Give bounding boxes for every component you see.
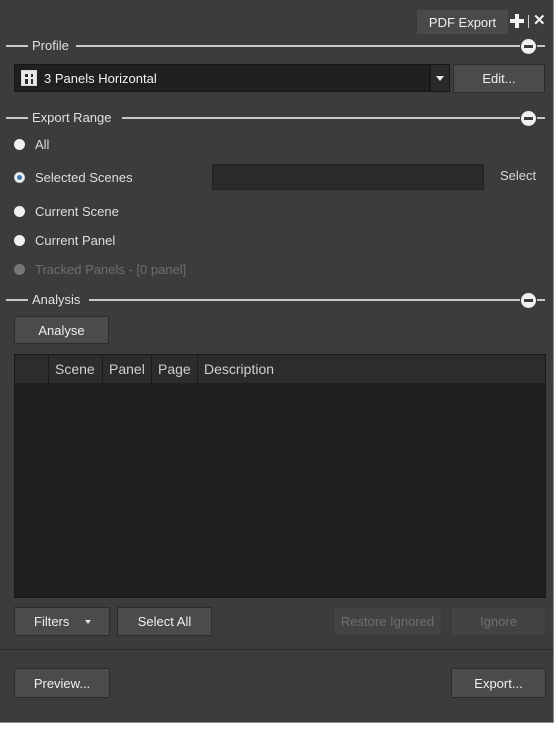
collapse-export-range-icon[interactable] xyxy=(521,111,536,126)
ignore-button: Ignore xyxy=(451,607,546,636)
column-header-blank[interactable] xyxy=(15,355,49,383)
filters-button-label: Filters xyxy=(34,614,70,629)
radio-selected-scenes-label: Selected Scenes xyxy=(35,169,133,185)
analysis-table[interactable]: Scene Panel Page Description xyxy=(14,354,546,598)
filters-dropdown-icon xyxy=(85,619,92,624)
profile-section-label: Profile xyxy=(32,38,69,53)
radio-all-icon[interactable] xyxy=(14,138,25,150)
tab-controls: ✕ xyxy=(510,11,546,31)
separator xyxy=(528,14,529,28)
filters-button[interactable]: Filters xyxy=(14,607,110,636)
radio-tracked-panels-icon xyxy=(14,263,25,275)
radio-current-panel-label: Current Panel xyxy=(35,232,116,248)
export-range-section-header: Export Range xyxy=(0,110,553,126)
radio-current-panel[interactable]: Current Panel xyxy=(14,231,115,249)
footer-divider xyxy=(0,649,553,650)
radio-current-scene-label: Current Scene xyxy=(35,203,119,219)
tab-pdf-export[interactable]: PDF Export xyxy=(417,10,508,34)
edit-profile-button[interactable]: Edit... xyxy=(453,64,545,93)
export-range-section-label: Export Range xyxy=(32,110,112,125)
radio-selected-scenes[interactable]: Selected Scenes xyxy=(14,168,133,186)
radio-tracked-panels: Tracked Panels - [0 panel] xyxy=(14,260,186,278)
close-icon[interactable]: ✕ xyxy=(533,13,546,28)
select-scenes-button[interactable]: Select xyxy=(500,168,536,183)
collapse-profile-icon[interactable] xyxy=(521,39,536,54)
column-header-scene[interactable]: Scene xyxy=(49,355,103,383)
panels-grid-icon xyxy=(21,70,37,86)
column-header-page[interactable]: Page xyxy=(152,355,198,383)
collapse-analysis-icon[interactable] xyxy=(521,293,536,308)
profile-dropdown-arrow-icon[interactable] xyxy=(430,64,450,92)
analyse-button[interactable]: Analyse xyxy=(14,316,109,344)
add-icon[interactable] xyxy=(510,14,524,28)
radio-all-label: All xyxy=(35,136,50,152)
column-header-panel[interactable]: Panel xyxy=(103,355,152,383)
preview-button[interactable]: Preview... xyxy=(14,668,110,698)
profile-section-header: Profile xyxy=(0,38,553,54)
analysis-section-header: Analysis xyxy=(0,292,553,308)
radio-all[interactable]: All xyxy=(14,135,49,153)
radio-current-panel-icon[interactable] xyxy=(14,234,25,246)
radio-current-scene-icon[interactable] xyxy=(14,205,25,217)
profile-select[interactable]: 3 Panels Horizontal xyxy=(14,64,430,92)
profile-select-value: 3 Panels Horizontal xyxy=(44,70,157,86)
selected-scenes-field[interactable] xyxy=(212,164,484,190)
column-header-description[interactable]: Description xyxy=(198,355,318,383)
pdf-export-panel: PDF Export ✕ Profile 3 Panels Horizontal… xyxy=(0,0,554,723)
restore-ignored-button: Restore Ignored xyxy=(333,607,442,636)
analysis-table-header: Scene Panel Page Description xyxy=(15,355,545,383)
radio-tracked-panels-label: Tracked Panels - [0 panel] xyxy=(35,261,187,277)
analysis-section-label: Analysis xyxy=(32,292,81,307)
export-button[interactable]: Export... xyxy=(451,668,546,698)
select-all-button[interactable]: Select All xyxy=(117,607,212,636)
radio-current-scene[interactable]: Current Scene xyxy=(14,202,119,220)
radio-selected-scenes-icon[interactable] xyxy=(14,171,25,183)
